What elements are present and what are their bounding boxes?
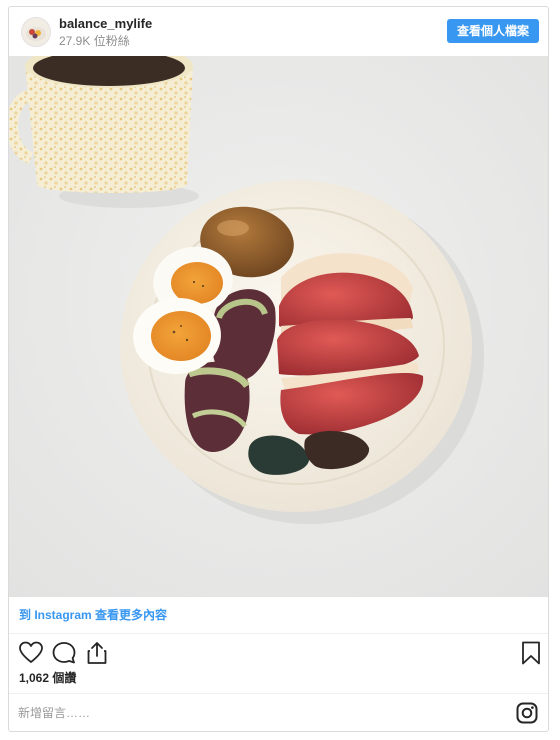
heart-icon[interactable] [18,640,44,666]
view-more-on-instagram-link[interactable]: 到 Instagram 查看更多內容 [19,606,167,623]
add-comment-input[interactable] [18,705,488,721]
follower-count: 27.9K 位粉絲 [59,34,130,48]
like-count: 1,062 個讚 [19,671,77,685]
avatar[interactable] [21,17,51,47]
coffee-mug [9,56,199,208]
action-bar [18,640,540,668]
share-icon[interactable] [84,640,110,666]
divider [9,693,548,694]
apple-slices [277,253,424,435]
instagram-logo-icon[interactable] [516,702,538,724]
username[interactable]: balance_mylife [59,16,152,31]
instagram-embed-card: balance_mylife 27.9K 位粉絲 查看個人檔案 到 Instag… [8,6,549,732]
post-header: balance_mylife 27.9K 位粉絲 查看個人檔案 [9,7,548,57]
divider [9,633,548,634]
bookmark-icon[interactable] [518,640,544,666]
view-profile-button[interactable]: 查看個人檔案 [446,19,539,43]
post-photo[interactable] [9,56,548,597]
comment-bubble-icon[interactable] [51,640,77,666]
